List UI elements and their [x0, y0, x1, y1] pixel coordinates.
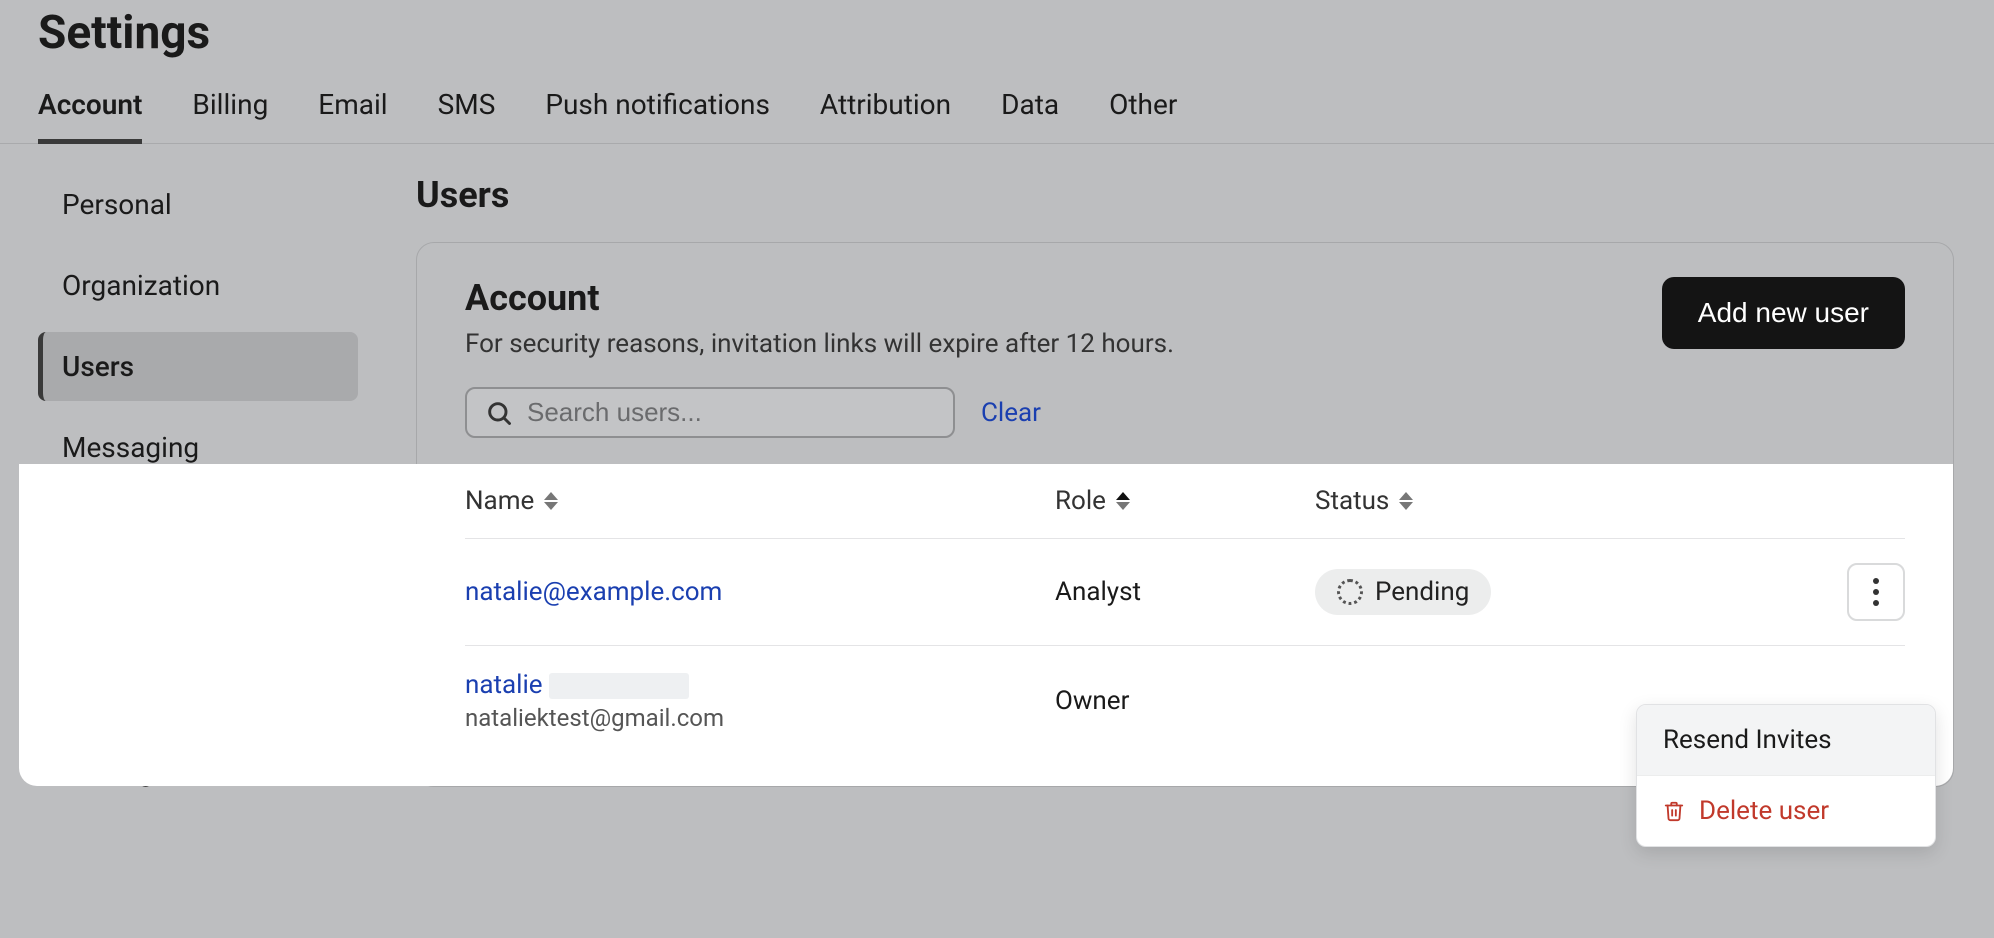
user-name-link[interactable]: natalie@example.com: [465, 577, 722, 607]
sidebar-item-organization[interactable]: Organization: [38, 251, 358, 320]
column-header-role[interactable]: Role: [1055, 486, 1106, 516]
tab-account[interactable]: Account: [38, 78, 142, 144]
status-badge: Pending: [1315, 569, 1491, 615]
trash-icon: [1663, 799, 1685, 823]
redacted-text: [549, 673, 689, 699]
column-header-status[interactable]: Status: [1315, 486, 1389, 516]
body: Personal Organization Users Messaging AP…: [0, 144, 1994, 934]
page-title: Settings: [38, 0, 1956, 78]
status-label: Pending: [1375, 577, 1469, 607]
sort-icon[interactable]: [1399, 492, 1413, 510]
search-icon: [485, 399, 513, 427]
row-actions-menu: Resend Invites Delete user: [1636, 704, 1936, 847]
card-header: Account For security reasons, invitation…: [417, 243, 1953, 387]
tab-billing[interactable]: Billing: [192, 78, 268, 144]
user-role: Analyst: [1055, 577, 1141, 607]
column-header-name[interactable]: Name: [465, 486, 534, 516]
top-tabs: Account Billing Email SMS Push notificat…: [38, 78, 1956, 143]
user-name-link[interactable]: natalie: [465, 670, 543, 700]
menu-item-resend-invites[interactable]: Resend Invites: [1637, 705, 1935, 776]
search-row: Clear: [417, 387, 1953, 464]
menu-item-delete-label: Delete user: [1699, 796, 1829, 826]
tab-sms[interactable]: SMS: [438, 78, 496, 144]
account-subtext: For security reasons, invitation links w…: [465, 329, 1632, 359]
sort-icon[interactable]: [1116, 492, 1130, 510]
add-new-user-button[interactable]: Add new user: [1662, 277, 1905, 349]
row-actions-button[interactable]: [1847, 563, 1905, 621]
section-title: Users: [416, 174, 1954, 216]
user-email: nataliektest@gmail.com: [465, 704, 1055, 732]
table-row: natalie@example.com Analyst Pending: [465, 539, 1905, 646]
sidebar-item-personal[interactable]: Personal: [38, 170, 358, 239]
kebab-icon: [1873, 578, 1879, 584]
tab-other[interactable]: Other: [1109, 78, 1177, 144]
sidebar-item-users[interactable]: Users: [38, 332, 358, 401]
clear-search-link[interactable]: Clear: [981, 398, 1041, 428]
tab-attribution[interactable]: Attribution: [820, 78, 951, 144]
tab-email[interactable]: Email: [318, 78, 387, 144]
search-input[interactable]: [527, 397, 935, 428]
tab-push-notifications[interactable]: Push notifications: [545, 78, 770, 144]
table-header: Name Role Status: [465, 464, 1905, 539]
settings-header: Settings Account Billing Email SMS Push …: [0, 0, 1994, 144]
content: Users Account For security reasons, invi…: [398, 144, 1994, 934]
sort-icon[interactable]: [544, 492, 558, 510]
tab-data[interactable]: Data: [1001, 78, 1059, 144]
user-role: Owner: [1055, 686, 1129, 716]
menu-item-delete-user[interactable]: Delete user: [1637, 776, 1935, 846]
pending-spinner-icon: [1337, 579, 1363, 605]
account-heading: Account: [465, 277, 1632, 319]
kebab-icon: [1873, 589, 1879, 595]
kebab-icon: [1873, 600, 1879, 606]
search-field-wrapper[interactable]: [465, 387, 955, 438]
